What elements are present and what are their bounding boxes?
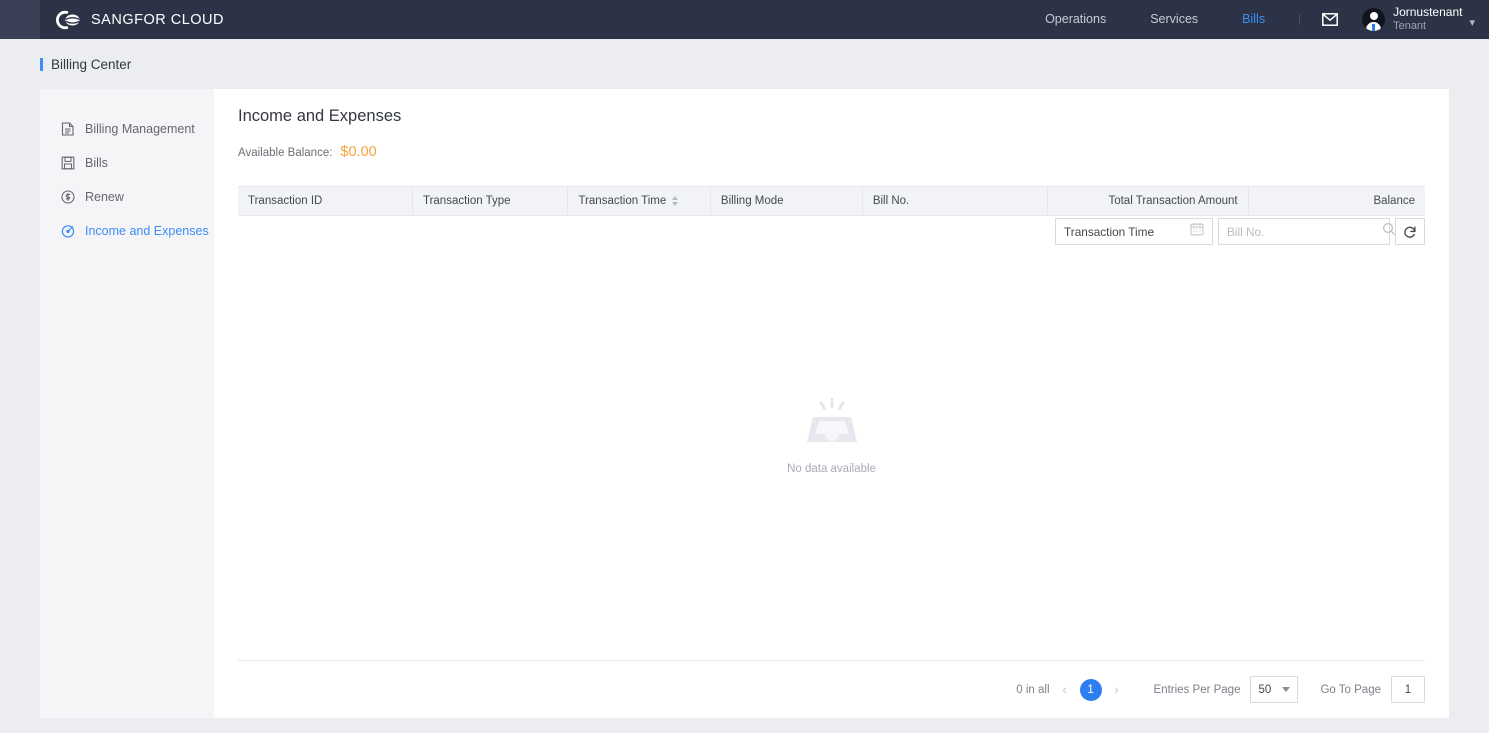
transactions-table: Transaction ID Transaction Type Transact… [238,187,1425,216]
available-balance-value: $0.00 [340,144,377,160]
brand-logo-link[interactable]: SANGFOR CLOUD [56,9,224,31]
transaction-time-datepicker[interactable]: Transaction Time [1055,218,1213,245]
empty-state-label: No data available [787,463,876,475]
column-label: Transaction Time [578,194,667,207]
column-label: Billing Mode [720,194,784,207]
pagination-page-1[interactable]: 1 [1079,678,1102,701]
empty-state: No data available [238,216,1425,656]
column-label: Transaction ID [248,194,323,207]
available-balance-row: Available Balance: $0.00 [238,144,1425,170]
empty-box-icon [801,396,863,453]
pagination: 0 in all ‹ 1 › Entries Per Page 50 Go To… [238,660,1425,718]
mail-icon[interactable] [1312,13,1348,26]
chevron-down-icon[interactable]: ▾ [1469,16,1475,29]
search-input[interactable] [1227,224,1382,239]
search-icon[interactable] [1382,222,1396,241]
table-head: Transaction ID Transaction Type Transact… [238,187,1425,216]
nav-item-services[interactable]: Services [1128,0,1220,39]
sidebar-item-label: Billing Management [85,122,195,136]
nav-item-bills[interactable]: Bills [1220,0,1287,39]
column-header-transaction-id[interactable]: Transaction ID [238,187,413,216]
sidebar-item-label: Renew [85,190,124,204]
column-header-balance[interactable]: Balance [1248,187,1425,216]
chevron-left-icon[interactable]: ‹ [1053,678,1077,702]
page-title: Income and Expenses [238,107,402,125]
nav-divider [1299,14,1301,25]
datepicker-value: Transaction Time [1064,224,1155,239]
entries-per-page-value: 50 [1258,683,1272,696]
go-to-page-label: Go To Page [1320,683,1381,696]
column-label: Total Transaction Amount [1108,194,1238,207]
available-balance-label: Available Balance: [238,147,333,159]
page-shell: Billing Management Bills Renew Income an… [40,89,1449,718]
column-label: Transaction Type [422,194,511,207]
sort-arrows-icon[interactable] [672,195,679,206]
breadcrumb-accent-bar [40,57,43,71]
column-header-transaction-type[interactable]: Transaction Type [412,187,569,216]
sidebar-item-bills[interactable]: Bills [40,146,214,180]
user-name: Jornustenant [1393,5,1463,20]
entries-per-page-label: Entries Per Page [1153,683,1241,696]
dollar-circle-icon [60,190,75,205]
refresh-button[interactable] [1395,218,1425,245]
table-header-row: Transaction ID Transaction Type Transact… [238,187,1425,216]
user-identity: Jornustenant Tenant [1393,5,1463,33]
calendar-icon [1190,222,1204,241]
pie-chart-icon [60,224,75,239]
top-navbar: SANGFOR CLOUD Operations Services Bills … [0,0,1489,39]
chevron-down-icon [1282,687,1291,692]
transactions-table-wrapper: Transaction ID Transaction Type Transact… [238,186,1425,656]
breadcrumb: Billing Center [0,39,1489,89]
sidebar-item-renew[interactable]: Renew [40,180,214,214]
sidebar-item-label: Income and Expenses [85,224,209,238]
column-header-transaction-time[interactable]: Transaction Time [567,187,711,216]
pagination-total: 0 in all [1016,683,1050,696]
sidebar: Billing Management Bills Renew Income an… [40,89,214,718]
top-nav-links: Operations Services Bills Jornustenant T… [1023,0,1489,39]
bill-no-search-box[interactable] [1218,218,1396,245]
content-pane: Income and Expenses Available Balance: $… [214,89,1449,718]
refresh-icon [1404,226,1416,238]
column-header-bill-no[interactable]: Bill No. [862,187,1049,216]
breadcrumb-label: Billing Center [51,56,132,72]
hamburger-icon[interactable] [0,0,40,39]
nav-item-operations[interactable]: Operations [1023,0,1128,39]
go-to-page-input[interactable] [1391,676,1425,703]
sidebar-item-billing-management[interactable]: Billing Management [40,112,214,146]
sangfor-cloud-logo-icon [56,9,82,31]
save-floppy-icon [60,156,75,171]
column-label: Bill No. [872,194,910,207]
entries-per-page-select[interactable]: 50 [1250,676,1299,703]
document-icon [60,122,75,137]
user-role: Tenant [1393,20,1427,33]
sidebar-item-label: Bills [85,156,108,170]
chevron-right-icon[interactable]: › [1105,678,1129,702]
user-avatar-icon [1362,8,1386,31]
filter-toolbar: Transaction Time [1055,218,1425,245]
column-header-total-transaction-amount[interactable]: Total Transaction Amount [1047,187,1249,216]
user-menu[interactable]: Jornustenant Tenant ▾ [1362,5,1475,33]
column-label: Balance [1373,194,1415,207]
brand-name: SANGFOR CLOUD [91,11,224,28]
column-header-billing-mode[interactable]: Billing Mode [710,187,863,216]
sidebar-item-income-and-expenses[interactable]: Income and Expenses [40,214,214,248]
